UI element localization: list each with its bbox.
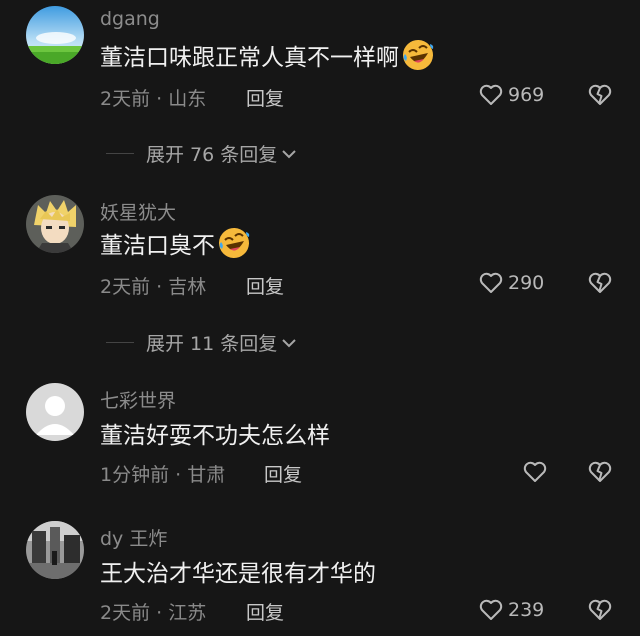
- broken-heart-icon[interactable]: [587, 597, 613, 623]
- avatar[interactable]: [26, 195, 84, 253]
- like-button[interactable]: 969: [478, 83, 544, 107]
- comment-text-content: 王大治才华还是很有才华的: [100, 561, 376, 587]
- comment-text: 王大治才华还是很有才华的: [100, 554, 376, 588]
- like-count: 969: [508, 84, 545, 106]
- reply-button[interactable]: 回复: [264, 460, 302, 487]
- reply-button[interactable]: 回复: [246, 598, 284, 625]
- heart-outline-icon: [479, 84, 503, 105]
- comment-text-content: 董洁好耍不功夫怎么样: [100, 423, 330, 449]
- divider-line: [106, 153, 134, 154]
- broken-heart-icon[interactable]: [587, 82, 613, 108]
- avatar[interactable]: [26, 6, 84, 64]
- comment-username[interactable]: dy 王炸: [100, 524, 167, 551]
- comment-meta: 2天前 · 江苏: [100, 602, 207, 624]
- expand-replies-button[interactable]: 展开 11 条回复: [106, 329, 297, 356]
- comment-meta: 2天前 · 吉林: [100, 276, 207, 298]
- comment-meta: 1分钟前 · 甘肃: [100, 464, 226, 486]
- like-button[interactable]: 239: [478, 598, 544, 622]
- chevron-down-icon: [282, 338, 296, 347]
- reply-button[interactable]: 回复: [246, 84, 284, 111]
- like-button[interactable]: 290: [478, 271, 544, 295]
- expand-replies-button[interactable]: 展开 76 条回复: [106, 140, 297, 167]
- avatar-image: [26, 195, 84, 253]
- avatar[interactable]: [26, 521, 84, 579]
- reply-button[interactable]: 回复: [246, 272, 284, 299]
- broken-heart-icon[interactable]: [587, 270, 613, 296]
- comment-text: 董洁口臭不: [100, 226, 251, 260]
- avatar[interactable]: [26, 383, 84, 441]
- chevron-down-icon: [282, 149, 296, 158]
- divider-line: [106, 342, 134, 343]
- broken-heart-icon[interactable]: [587, 459, 613, 485]
- like-count: 239: [508, 599, 545, 621]
- expand-replies-label: 展开 76 条回复: [146, 144, 278, 166]
- comment-username[interactable]: dgang: [100, 8, 160, 30]
- avatar-image: [26, 6, 84, 64]
- default-avatar-icon: [26, 383, 84, 441]
- comment-meta: 2天前 · 山东: [100, 88, 207, 110]
- rofl-emoji-icon: [219, 228, 250, 258]
- comment-username[interactable]: 妖星犹大: [100, 198, 176, 225]
- comment-text: 董洁口味跟正常人真不一样啊: [100, 38, 435, 72]
- expand-replies-label: 展开 11 条回复: [146, 333, 278, 355]
- comment-text-content: 董洁口味跟正常人真不一样啊: [100, 45, 399, 71]
- rofl-emoji-icon: [403, 40, 434, 70]
- heart-outline-icon: [479, 599, 503, 620]
- comment-text-content: 董洁口臭不: [100, 233, 215, 259]
- like-button[interactable]: [522, 460, 552, 484]
- comment-text: 董洁好耍不功夫怎么样: [100, 416, 330, 450]
- comment-username[interactable]: 七彩世界: [100, 386, 176, 413]
- heart-outline-icon: [479, 272, 503, 293]
- heart-outline-icon: [523, 461, 547, 482]
- like-count: 290: [508, 272, 545, 294]
- avatar-image: [26, 521, 84, 579]
